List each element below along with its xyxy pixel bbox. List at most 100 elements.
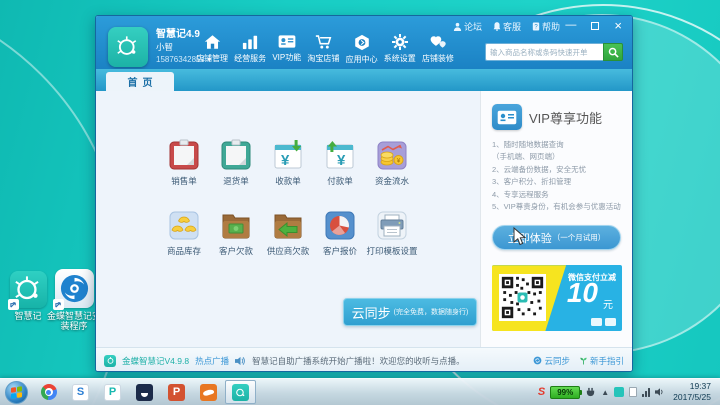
taskbar-app-powerpoint[interactable]: P bbox=[161, 380, 192, 404]
navy-app-icon bbox=[136, 383, 153, 401]
help-label: 帮助 bbox=[541, 22, 560, 32]
bulb-icon bbox=[117, 36, 137, 55]
nav-label: 淘宝店铺 bbox=[307, 54, 340, 63]
beginner-guide-link[interactable]: 新手指引 bbox=[579, 355, 624, 367]
taskbar-app-zhihuiji[interactable] bbox=[225, 380, 256, 404]
svg-text:¥: ¥ bbox=[397, 158, 401, 165]
return-order-icon bbox=[221, 139, 251, 170]
bell-icon bbox=[493, 22, 501, 31]
grid-label: 客户欠款 bbox=[218, 246, 253, 256]
support-link[interactable]: 客服 bbox=[493, 20, 521, 33]
network-icon[interactable] bbox=[642, 387, 651, 397]
search-icon bbox=[608, 47, 619, 58]
try-now-button[interactable]: 立即体验 （一个月试用） bbox=[492, 225, 621, 251]
svg-text:¥: ¥ bbox=[281, 152, 290, 169]
grid-item-receipt[interactable]: ¥ 收款单 bbox=[262, 139, 314, 187]
chrome-icon bbox=[40, 384, 57, 400]
taskbar-app-navy[interactable] bbox=[129, 380, 160, 404]
receipt-icon: ¥ bbox=[274, 140, 302, 169]
power-plug-icon bbox=[587, 387, 595, 396]
vip-card-icon bbox=[492, 104, 522, 130]
try-now-note: （一个月试用） bbox=[552, 233, 606, 243]
grid-item-return-order[interactable]: 退货单 bbox=[210, 139, 262, 187]
hot-broadcast-link[interactable]: 热点广播 bbox=[195, 355, 229, 367]
nav-label: 系统设置 bbox=[383, 54, 416, 63]
forum-link[interactable]: 论坛 bbox=[453, 20, 482, 33]
nav-label: 店铺管理 bbox=[196, 54, 228, 63]
nav-item-settings[interactable]: 系统设置 bbox=[384, 34, 416, 65]
sogou-icon[interactable]: S bbox=[538, 386, 545, 398]
promo-logos bbox=[591, 318, 616, 327]
shortcut-arrow-icon bbox=[52, 299, 64, 310]
zhihuiji-icon bbox=[232, 383, 249, 401]
statusbar-links: 云同步 新手指引 bbox=[533, 355, 624, 367]
vip-header: VIP尊享功能 bbox=[492, 104, 621, 130]
help-link[interactable]: ? 帮助 bbox=[532, 20, 560, 33]
battery-indicator[interactable]: 99% bbox=[550, 385, 583, 399]
desktop-icon-label: 智慧记 bbox=[14, 311, 42, 321]
window-controls: — × bbox=[565, 19, 622, 32]
tray-doc-icon[interactable] bbox=[629, 387, 638, 397]
cloud-sync-button[interactable]: 云同步 (完全免费，数据随身行) bbox=[343, 298, 477, 326]
grid-item-customer-debt[interactable]: 客户欠款 bbox=[210, 209, 262, 257]
svg-text:¥: ¥ bbox=[337, 152, 346, 169]
grid-label: 资金流水 bbox=[374, 176, 409, 186]
main-area: 销售单 退货单 ¥ 收款单 ¥ 付款单 ¥ 资金流水 商品库存 客户欠款 供应商… bbox=[96, 91, 480, 347]
maximize-button[interactable] bbox=[591, 21, 600, 30]
statusbar-link-label: 新手指引 bbox=[589, 355, 624, 366]
nav-item-store-manage[interactable]: 店铺管理 bbox=[196, 34, 228, 65]
grid-label: 付款单 bbox=[327, 176, 353, 186]
minimize-button[interactable]: — bbox=[565, 20, 576, 31]
grid-item-print-template[interactable]: 打印模板设置 bbox=[366, 209, 418, 257]
status-bar: 金蝶智慧记V4.9.8 热点广播 智慧记自助广播系统开始广播啦！欢迎您的收听与点… bbox=[96, 347, 632, 371]
taskbar-app-shark[interactable] bbox=[193, 380, 224, 404]
statusbar-link-label: 云同步 bbox=[544, 355, 570, 366]
sync-circle-icon bbox=[534, 356, 542, 365]
grid-item-supplier-debt[interactable]: 供应商欠款 bbox=[262, 209, 314, 257]
nav-item-store-decorate[interactable]: 店铺装修 bbox=[422, 34, 454, 65]
tab-home[interactable]: 首页 bbox=[106, 72, 174, 91]
start-button[interactable] bbox=[5, 380, 28, 404]
nav-item-app-center[interactable]: 应用中心 bbox=[346, 34, 378, 65]
statusbar-cloud-sync-link[interactable]: 云同步 bbox=[533, 355, 570, 367]
vip-feature: 1、随时随地数据查询 bbox=[492, 140, 564, 149]
search-input[interactable] bbox=[485, 43, 603, 61]
vip-feature-list: 1、随时随地数据查询 （手机端、网页端） 2、云端备份数据，安全无忧 3、客户积… bbox=[492, 139, 621, 213]
tray-expand-icon[interactable]: ▲ bbox=[601, 388, 609, 397]
grid-item-sales-order[interactable]: 销售单 bbox=[158, 139, 210, 187]
taskbar-app-s[interactable]: S bbox=[65, 380, 96, 404]
grid-item-payment[interactable]: ¥ 付款单 bbox=[314, 139, 366, 187]
broadcast-message: 智慧记自助广播系统开始广播啦！欢迎您的收听与点播。 bbox=[252, 355, 465, 366]
shark-app-icon bbox=[200, 383, 217, 401]
taskbar-clock[interactable]: 19:37 2017/5/25 bbox=[673, 381, 711, 403]
vip-card-icon bbox=[278, 35, 296, 48]
grid-item-inventory[interactable]: 商品库存 bbox=[158, 209, 210, 257]
app-window: 智慧记4.9 小智 15876342854 ▾ 店铺管理 经营服务 VIP功能 … bbox=[95, 15, 633, 372]
nav-item-business-service[interactable]: 经营服务 bbox=[234, 34, 266, 65]
volume-icon[interactable] bbox=[655, 387, 665, 397]
home-icon bbox=[204, 35, 220, 49]
tray-zhihuiji-icon[interactable] bbox=[614, 387, 625, 397]
taskbar-app-chrome[interactable] bbox=[33, 380, 64, 404]
grid-item-customer-quote[interactable]: 客户报价 bbox=[314, 209, 366, 257]
cash-flow-icon: ¥ bbox=[377, 141, 407, 170]
clock-date: 2017/5/25 bbox=[673, 392, 711, 402]
tab-strip: 首页 bbox=[96, 69, 632, 91]
wechat-promo-banner: 微信支付立减 10 元 bbox=[492, 265, 622, 332]
vip-panel: VIP尊享功能 1、随时随地数据查询 （手机端、网页端） 2、云端备份数据，安全… bbox=[480, 91, 632, 347]
close-button[interactable]: × bbox=[614, 19, 622, 32]
windows-logo-icon bbox=[11, 385, 22, 399]
support-label: 客服 bbox=[502, 22, 521, 32]
desktop-icon-installer[interactable]: 金蝶智慧记安装程序 bbox=[46, 269, 102, 332]
grid-item-cash-flow[interactable]: ¥ 资金流水 bbox=[366, 139, 418, 187]
p-app-icon: P bbox=[104, 383, 121, 401]
nav-label: 经营服务 bbox=[234, 54, 267, 63]
try-now-label: 立即体验 bbox=[507, 232, 552, 245]
nav-item-taobao[interactable]: 淘宝店铺 bbox=[307, 34, 339, 65]
sales-order-icon bbox=[169, 139, 199, 170]
search-button[interactable] bbox=[603, 43, 623, 61]
taskbar-app-p[interactable]: P bbox=[97, 380, 128, 404]
nav-item-vip[interactable]: VIP功能 bbox=[272, 34, 301, 65]
window-content: 销售单 退货单 ¥ 收款单 ¥ 付款单 ¥ 资金流水 商品库存 客户欠款 供应商… bbox=[96, 91, 632, 347]
wechat-pay-logo bbox=[605, 318, 616, 327]
